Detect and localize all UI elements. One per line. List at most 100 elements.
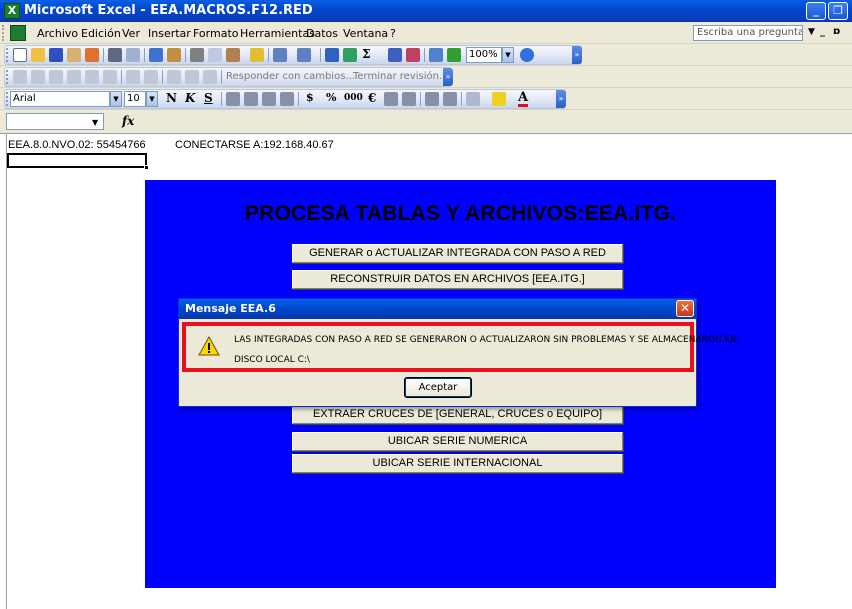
toolbar-options-icon[interactable]: »: [572, 46, 582, 64]
font-color-button[interactable]: A: [518, 91, 529, 107]
maximize-button[interactable]: ❐: [828, 2, 848, 20]
decrease-decimal-icon[interactable]: [402, 92, 416, 106]
window-title-bar[interactable]: X Microsoft Excel - EEA.MACROS.F12.RED _…: [0, 0, 852, 22]
currency-button[interactable]: $: [306, 91, 314, 104]
accept-button[interactable]: Aceptar: [404, 377, 472, 398]
borders-icon[interactable]: [466, 92, 480, 106]
minimize-button[interactable]: _: [806, 2, 826, 20]
spelling-icon[interactable]: [149, 48, 163, 62]
save-icon[interactable]: [49, 48, 63, 62]
cell-version[interactable]: EEA.8.0.NVO.02: 55454766: [8, 139, 146, 151]
review-icon-6[interactable]: [103, 70, 117, 84]
menu-formato[interactable]: Formato: [193, 27, 239, 40]
sort-ascending-icon[interactable]: [388, 48, 402, 62]
align-left-icon[interactable]: [226, 92, 240, 106]
sum-sigma-icon[interactable]: Σ: [362, 47, 370, 61]
new-icon[interactable]: [13, 48, 27, 62]
zoom-select[interactable]: 100%: [466, 47, 502, 63]
locate-international-series-button[interactable]: UBICAR SERIE INTERNACIONAL: [292, 454, 623, 473]
toolbar-options-icon[interactable]: »: [556, 90, 566, 108]
percent-button[interactable]: %: [326, 91, 336, 104]
open-icon[interactable]: [31, 48, 45, 62]
sort-descending-icon[interactable]: [406, 48, 420, 62]
font-name-dropdown-icon[interactable]: ▼: [110, 91, 122, 107]
toolbar-separator: [121, 70, 122, 84]
italic-button[interactable]: K: [185, 91, 195, 105]
review-icon-9[interactable]: [167, 70, 181, 84]
toolbar-grip[interactable]: [6, 70, 9, 84]
toolbar-grip[interactable]: [6, 48, 9, 62]
help-icon[interactable]: [520, 48, 534, 62]
increase-indent-icon[interactable]: [443, 92, 457, 106]
rebuild-data-button[interactable]: RECONSTRUIR DATOS EN ARCHIVOS [EEA.ITG.]: [292, 270, 623, 289]
active-cell-selection[interactable]: [7, 153, 149, 170]
increase-decimal-icon[interactable]: [384, 92, 398, 106]
menu-insertar[interactable]: Insertar: [148, 27, 191, 40]
menu-edicion[interactable]: Edición: [81, 27, 121, 40]
end-review-button[interactable]: Terminar revisión...: [353, 71, 449, 82]
copy-icon[interactable]: [208, 48, 222, 62]
drawing-icon[interactable]: [447, 48, 461, 62]
menu-grip[interactable]: [2, 25, 5, 41]
print-icon[interactable]: [108, 48, 122, 62]
review-icon-11[interactable]: [203, 70, 217, 84]
menu-help[interactable]: ?: [390, 27, 396, 40]
help-question-input[interactable]: Escriba una pregunta: [693, 25, 803, 41]
align-right-icon[interactable]: [262, 92, 276, 106]
merge-center-icon[interactable]: [280, 92, 294, 106]
autosum-icon[interactable]: [343, 48, 357, 62]
thousands-button[interactable]: 000: [344, 93, 363, 103]
format-painter-icon[interactable]: [250, 48, 264, 62]
align-center-icon[interactable]: [244, 92, 258, 106]
workbook-icon[interactable]: [10, 25, 26, 41]
chart-wizard-icon[interactable]: [429, 48, 443, 62]
help-dropdown-icon[interactable]: ▼: [808, 27, 815, 37]
cut-icon[interactable]: [190, 48, 204, 62]
underline-button[interactable]: S: [204, 91, 213, 105]
toolbar-grip[interactable]: [6, 92, 9, 106]
menu-ventana[interactable]: Ventana: [343, 27, 388, 40]
review-icon-8[interactable]: [144, 70, 158, 84]
paste-icon[interactable]: [226, 48, 240, 62]
fill-color-icon[interactable]: [492, 92, 506, 106]
font-name-select[interactable]: Arial: [10, 91, 110, 107]
bold-button[interactable]: N: [166, 91, 177, 105]
undo-icon[interactable]: [273, 48, 287, 62]
font-size-dropdown-icon[interactable]: ▼: [146, 91, 158, 107]
review-icon-1[interactable]: [13, 70, 27, 84]
review-icon-3[interactable]: [49, 70, 63, 84]
workbook-minimize-button[interactable]: _: [820, 26, 825, 37]
cell-connection[interactable]: CONECTARSE A:192.168.40.67: [175, 139, 334, 151]
review-icon-4[interactable]: [67, 70, 81, 84]
insert-function-icon[interactable]: fx: [122, 114, 134, 128]
redo-icon[interactable]: [297, 48, 311, 62]
print-preview-icon[interactable]: [126, 48, 140, 62]
font-size-select[interactable]: 10: [124, 91, 146, 107]
dialog-title[interactable]: Mensaje EEA.6: [179, 299, 696, 319]
permission-icon[interactable]: [67, 48, 81, 62]
review-icon-7[interactable]: [126, 70, 140, 84]
locate-numeric-series-button[interactable]: UBICAR SERIE NUMERICA: [292, 432, 623, 451]
email-icon[interactable]: [85, 48, 99, 62]
hyperlink-icon[interactable]: [325, 48, 339, 62]
review-icon-5[interactable]: [85, 70, 99, 84]
generate-integrated-button[interactable]: GENERAR o ACTUALIZAR INTEGRADA CON PASO …: [292, 244, 623, 263]
dialog-close-button[interactable]: ✕: [676, 300, 694, 317]
menu-ver[interactable]: Ver: [122, 27, 140, 40]
toolbar-options-icon[interactable]: »: [443, 68, 453, 86]
zoom-dropdown-icon[interactable]: ▼: [502, 47, 514, 63]
menu-herramientas[interactable]: Herramientas: [240, 27, 315, 40]
respond-with-changes-button[interactable]: Responder con cambios...: [226, 71, 355, 82]
extract-crossings-button[interactable]: EXTRAER CRUCES DE [GENERAL, CRUCES o EQU…: [292, 405, 623, 424]
review-icon-2[interactable]: [31, 70, 45, 84]
menu-datos[interactable]: Datos: [306, 27, 338, 40]
decrease-indent-icon[interactable]: [425, 92, 439, 106]
research-icon[interactable]: [167, 48, 181, 62]
fill-handle[interactable]: [144, 165, 149, 170]
review-icon-10[interactable]: [185, 70, 199, 84]
name-box[interactable]: [6, 113, 104, 130]
menu-archivo[interactable]: Archivo: [37, 27, 78, 40]
euro-button[interactable]: €: [368, 91, 376, 105]
workbook-restore-button[interactable]: ɒ: [833, 26, 840, 37]
name-box-dropdown-icon[interactable]: ▼: [92, 118, 98, 127]
